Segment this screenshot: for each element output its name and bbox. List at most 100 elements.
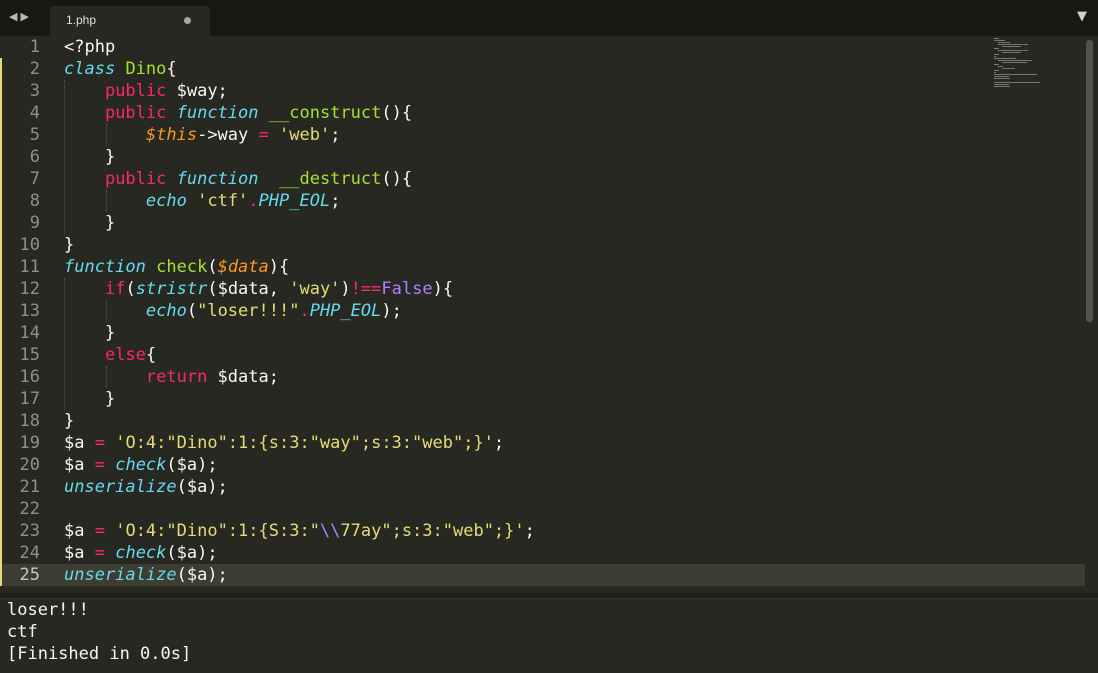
code-line[interactable]: 16 return $data;: [0, 366, 1085, 388]
code-editor[interactable]: 1 <?php 2 class Dino{3 public $way; 4 public…: [0, 36, 1098, 593]
minimap-line: [994, 64, 999, 65]
code-token: check: [156, 257, 208, 277]
code-line[interactable]: 3 public $way;: [0, 80, 1085, 102]
code-token: 77ay";s:3:"web";}': [340, 521, 525, 541]
code-text: public $way;: [64, 80, 228, 102]
minimap-line: [994, 84, 1009, 85]
code-line[interactable]: 6 }: [0, 146, 1085, 168]
code-text: $a = check($a);: [64, 542, 218, 564]
code-token: $way;: [166, 81, 228, 101]
line-number: 25: [19, 565, 40, 585]
line-number: 16: [19, 367, 40, 387]
nav-arrows-icon[interactable]: ◀▶: [9, 10, 32, 23]
code-token: }: [64, 411, 75, 431]
code-token: ->way: [197, 125, 259, 145]
vertical-scrollbar[interactable]: [1086, 40, 1093, 322]
code-text: <?php: [64, 36, 115, 58]
code-token: $data: [217, 257, 269, 277]
minimap-line: [994, 86, 1010, 87]
code-text: $a = 'O:4:"Dino":1:{s:3:"way";s:3:"web";…: [64, 432, 504, 454]
code-line[interactable]: 9 }: [0, 212, 1085, 234]
code-line[interactable]: 21 unserialize($a);: [0, 476, 1085, 498]
code-line[interactable]: 5 $this->way = 'web';: [0, 124, 1085, 146]
code-line[interactable]: 22: [0, 498, 1085, 520]
code-token: public: [104, 103, 167, 123]
indent-guide: [106, 124, 107, 146]
code-text: }: [64, 234, 74, 256]
indent-guide: [64, 278, 65, 410]
code-token: stristr: [135, 279, 208, 299]
code-line[interactable]: 24 $a = check($a);: [0, 542, 1085, 564]
minimap-line: [994, 38, 999, 39]
code-line[interactable]: 4 public function __construct(){: [0, 102, 1085, 124]
code-line[interactable]: 10}: [0, 234, 1085, 256]
code-token: function: [176, 103, 259, 123]
code-text: }: [64, 410, 74, 432]
code-token: );: [381, 301, 402, 321]
code-text: if(stristr($data, 'way')!==False){: [64, 278, 453, 300]
line-number: 2: [29, 59, 40, 79]
line-number: 14: [19, 323, 40, 343]
code-line[interactable]: 12 if(stristr($data, 'way')!==False){: [0, 278, 1085, 300]
code-token: }: [64, 389, 116, 409]
code-line[interactable]: 14 }: [0, 322, 1085, 344]
indent-guide: [64, 80, 65, 234]
tab-file[interactable]: 1.php: [50, 6, 210, 36]
code-line[interactable]: 17 }: [0, 388, 1085, 410]
code-token: \\: [319, 521, 341, 541]
code-line[interactable]: 1 <?php: [0, 36, 1085, 58]
code-token: =: [258, 125, 269, 145]
code-text: public function __destruct(){: [64, 168, 412, 190]
line-number: 19: [19, 433, 40, 453]
minimap-line: [994, 74, 1037, 75]
line-number: 5: [29, 125, 40, 145]
minimap-line: [1002, 46, 1021, 47]
code-token: {: [166, 59, 177, 79]
tab-bar: ◀▶ 1.php ▼: [0, 0, 1098, 36]
code-token: if: [104, 279, 126, 299]
code-line[interactable]: 7 public function __destruct(){: [0, 168, 1085, 190]
minimap-line: [998, 50, 1028, 51]
line-number: 24: [19, 543, 40, 563]
code-line[interactable]: 23 $a = 'O:4:"Dino":1:{S:3:"\\77ay";s:3:"…: [0, 520, 1085, 542]
code-token: ($a);: [176, 565, 228, 585]
code-line[interactable]: 19 $a = 'O:4:"Dino":1:{s:3:"way";s:3:"web…: [0, 432, 1085, 454]
code-line[interactable]: 25 unserialize($a);: [0, 564, 1085, 586]
code-token: ;: [330, 191, 341, 211]
minimap[interactable]: [994, 36, 1054, 96]
code-token: 'O:4:"Dino":1:{s:3:"way";s:3:"web";}': [115, 433, 494, 453]
code-token: PHP_EOL: [258, 191, 331, 211]
line-number: 10: [19, 235, 40, 255]
code-line[interactable]: 13 echo("loser!!!".PHP_EOL);: [0, 300, 1085, 322]
line-number: 13: [19, 301, 40, 321]
code-token: <?php: [64, 37, 116, 57]
code-token: public: [104, 81, 167, 101]
code-token: $a: [64, 433, 95, 453]
code-line[interactable]: 8 echo 'ctf'.PHP_EOL;: [0, 190, 1085, 212]
minimap-line: [998, 44, 1028, 45]
code-line[interactable]: 18}: [0, 410, 1085, 432]
code-line[interactable]: 11 function check($data){: [0, 256, 1085, 278]
line-number: 8: [29, 191, 40, 211]
output-panel: loser!!! ctf [Finished in 0.0s]: [0, 598, 1098, 673]
code-token: return: [145, 367, 208, 387]
minimap-line: [994, 48, 999, 49]
code-line[interactable]: 20 $a = check($a);: [0, 454, 1085, 476]
code-line[interactable]: 2 class Dino{: [0, 58, 1085, 80]
dropdown-arrow-icon[interactable]: ▼: [1077, 9, 1087, 24]
code-line[interactable]: 15 else{: [0, 344, 1085, 366]
code-token: public: [104, 169, 167, 189]
unsaved-dot-icon[interactable]: [184, 17, 191, 24]
line-number: 22: [19, 499, 40, 519]
